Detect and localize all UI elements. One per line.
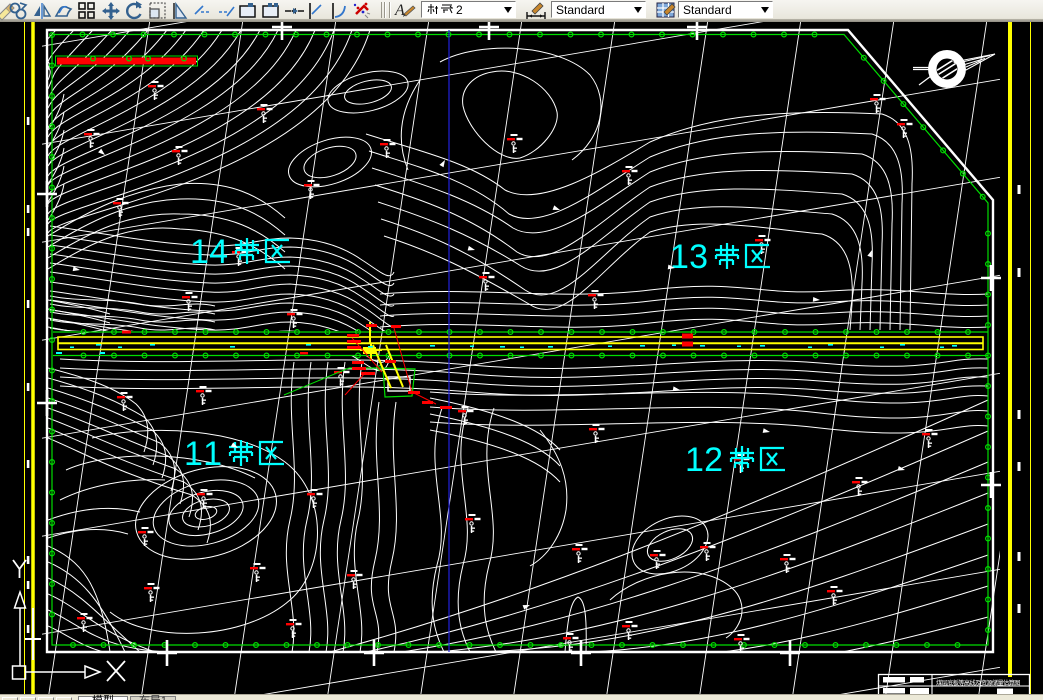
svg-text:煤层底板等高线及资源储量估算图: 煤层底板等高线及资源储量估算图 [936,679,1020,687]
svg-text:13: 13 [670,238,708,276]
svg-text:14: 14 [190,233,228,271]
svg-text:11: 11 [184,435,222,473]
svg-text:12: 12 [685,441,723,479]
svg-text:2: 2 [456,3,463,17]
